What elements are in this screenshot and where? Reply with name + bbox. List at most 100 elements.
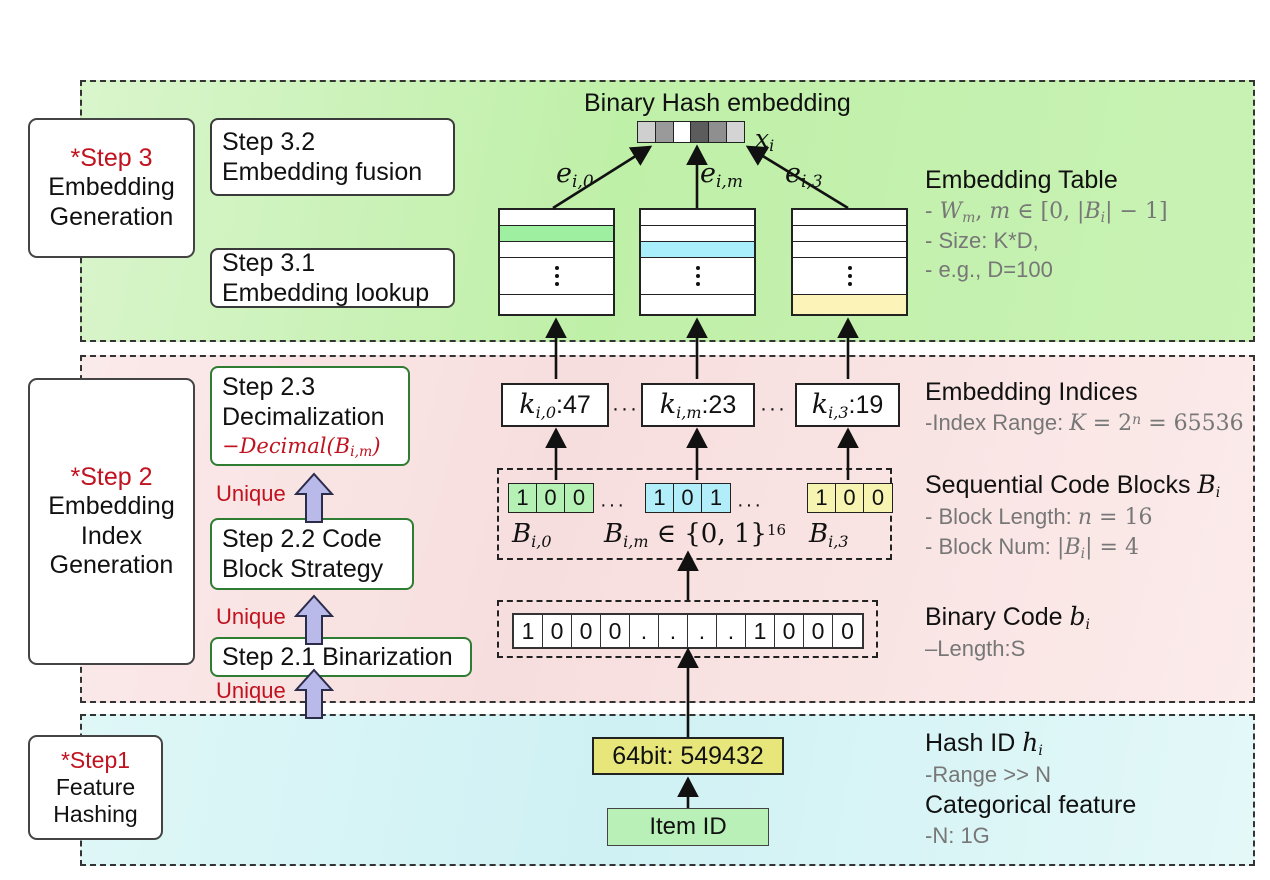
embedding-table-row <box>641 226 754 242</box>
binary-code-bit: 0 <box>572 615 601 647</box>
step2-card-line3: Generation <box>49 551 174 579</box>
step-2-3-line2: Decimalization <box>222 402 385 431</box>
annotation-categorical-feature: Categorical feature -N: 1G <box>925 791 1136 851</box>
annotation-embedding-indices-detail: -Index Range: K = 2n = 65536 <box>925 410 1244 436</box>
step-3-1-line2: Embedding lookup <box>222 279 430 307</box>
code-block-ellipsis-2: ··· <box>737 494 763 516</box>
unique-label-3: Unique <box>216 678 286 703</box>
annotation-hash-id-detail: -Range >> N <box>925 762 1051 787</box>
embedding-table-3 <box>791 208 908 316</box>
step-2-2-line1: Step 2.2 Code <box>222 525 382 553</box>
annotation-binary-code: Binary Code bi –Length:S <box>925 602 1090 664</box>
code-bit: 0 <box>674 484 702 512</box>
code-bit: 1 <box>808 484 836 512</box>
step2-card: *Step 2 Embedding Index Generation <box>28 378 195 665</box>
step-3-2-box: Step 3.2 Embedding fusion <box>210 118 455 196</box>
hash-bar-cell-2 <box>673 122 692 142</box>
embedding-table-row <box>641 210 754 226</box>
binary-code-bit: 0 <box>601 615 630 647</box>
step1-card-title: *Step1 <box>60 746 131 773</box>
step-2-3-line1: Step 2.3 <box>222 372 316 401</box>
binary-code-bit: 1 <box>514 615 543 647</box>
annotation-embedding-table-heading: Embedding Table <box>925 166 1118 194</box>
embedding-table-0 <box>498 208 615 316</box>
unique-label-1: Unique <box>216 481 286 506</box>
hash-bar-cell-5 <box>727 122 744 142</box>
vertical-dots-icon <box>554 266 559 286</box>
step-2-1-line1: Step 2.1 Binarization <box>222 643 453 671</box>
annotation-categorical-detail: -N: 1G <box>925 823 990 848</box>
code-bit: 0 <box>537 484 565 512</box>
embedding-table-row-highlight <box>641 242 754 258</box>
step3-card-title: *Step 3 <box>70 143 153 172</box>
step-3-2-line1: Step 3.2 <box>222 128 316 156</box>
step1-card-line2: Hashing <box>53 801 138 828</box>
embedding-table-row <box>793 210 906 226</box>
step1-card-line1: Feature <box>55 773 136 800</box>
annotation-code-blocks-line2: - Block Num: |Bi| = 4 <box>925 533 1139 562</box>
diagram-canvas: *Step 3 Embedding Generation Step 3.2 Em… <box>0 0 1270 880</box>
code-block-label-0: Bi,0 <box>512 519 552 551</box>
binary-code-bit: . <box>659 615 688 647</box>
hash-bar-cell-0 <box>638 122 656 142</box>
vertical-dots-icon <box>847 266 852 286</box>
up-arrow-icon-1 <box>294 472 334 523</box>
annotation-code-blocks: Sequential Code Blocks Bi - Block Length… <box>925 470 1220 563</box>
annotation-hash-id-heading: Hash ID hi <box>925 728 1043 759</box>
binary-code-bit: . <box>630 615 659 647</box>
embedding-table-row-ellipsis <box>641 258 754 295</box>
embedding-table-m <box>639 208 756 316</box>
binary-code-bit: 0 <box>804 615 833 647</box>
up-arrow-icon-2 <box>294 594 334 645</box>
step2-card-title: *Step 2 <box>70 462 153 491</box>
annotation-embedding-table-math: - Wm, m ∈ [0, |Bi| − 1] <box>925 199 1168 226</box>
annotation-embedding-table-line1: - Size: K*D, <box>925 228 1039 254</box>
binary-code-bit: 0 <box>841 617 854 644</box>
code-bit: 1 <box>702 484 730 512</box>
binary-code-row: 1000....1000 <box>512 613 864 649</box>
step-2-1-box: Step 2.1 Binarization <box>210 637 472 677</box>
annotation-binary-code-detail: –Length:S <box>925 636 1026 661</box>
step3-card-line2: Generation <box>49 202 174 231</box>
unique-label-2: Unique <box>216 604 286 629</box>
embedding-table-row-highlight <box>793 295 906 314</box>
code-block-label-3: Bi,3 <box>809 519 849 551</box>
embedding-table-row <box>500 210 613 226</box>
vertical-dots-icon <box>695 266 700 286</box>
annotation-embedding-table-line2: - e.g., D=100 <box>925 256 1053 282</box>
code-block-0: 100 <box>508 483 594 513</box>
binary-hash-embedding-title: Binary Hash embedding <box>584 89 851 117</box>
code-bit: 1 <box>646 484 674 512</box>
step2-card-line2: Index <box>80 521 143 550</box>
embedding-table-row-ellipsis <box>500 258 613 295</box>
code-block-m: 101 <box>645 483 731 513</box>
edge-label-e-i-3: ei,3 <box>785 158 823 192</box>
step-3-2-line2: Embedding fusion <box>222 158 423 186</box>
code-bit: 1 <box>509 484 537 512</box>
step-2-3-box: Step 2.3 Decimalization −Decimal(Bi,m) <box>210 366 410 466</box>
annotation-embedding-indices-heading: Embedding Indices <box>925 378 1138 406</box>
binary-hash-embedding-bar <box>637 121 745 143</box>
hash-bar-cell-1 <box>655 122 674 142</box>
hash-bar-cell-4 <box>709 122 728 142</box>
step-2-2-line2: Block Strategy <box>222 555 384 583</box>
embedding-index-box-3: ki,3:19 <box>795 383 900 427</box>
annotation-categorical-heading: Categorical feature <box>925 791 1137 819</box>
code-bit: 0 <box>565 484 593 512</box>
annotation-code-blocks-line1: - Block Length: n = 16 <box>925 504 1153 530</box>
edge-label-e-i-0: ei,0 <box>556 158 594 192</box>
embedding-index-box-m: ki,m:23 <box>641 383 755 427</box>
code-block-3: 100 <box>807 483 893 513</box>
up-arrow-icon-3 <box>294 668 334 719</box>
embedding-table-row <box>641 295 754 314</box>
embedding-table-row-ellipsis <box>793 258 906 295</box>
step2-card-line1: Embedding <box>48 492 175 520</box>
step-2-3-formula: −Decimal(Bi,m) <box>222 433 381 460</box>
index-ellipsis-1: ··· <box>612 397 639 420</box>
output-embedding-symbol: xi <box>755 124 775 155</box>
step1-card: *Step1 Feature Hashing <box>28 735 163 840</box>
embedding-table-row <box>500 242 613 258</box>
annotation-binary-code-heading: Binary Code bi <box>925 602 1091 633</box>
hash-bar-cell-3 <box>691 122 710 142</box>
annotation-hash-id: Hash ID hi -Range >> N <box>925 728 1051 790</box>
